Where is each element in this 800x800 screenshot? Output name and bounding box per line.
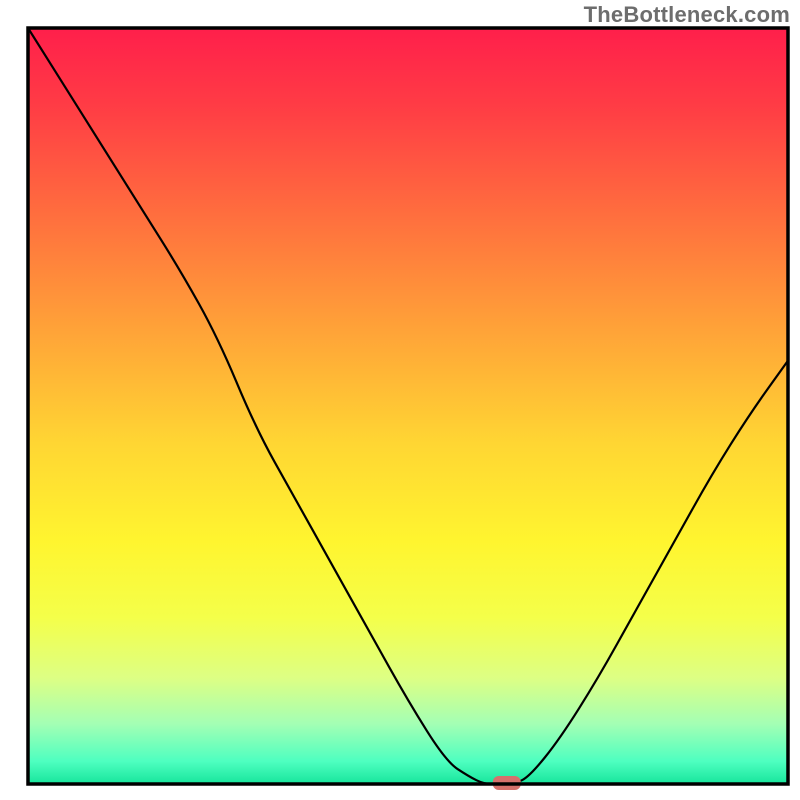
chart-svg (0, 0, 800, 800)
chart-container: { "watermark": "TheBottleneck.com", "cha… (0, 0, 800, 800)
plot-background (28, 28, 788, 784)
watermark-text: TheBottleneck.com (584, 2, 790, 28)
